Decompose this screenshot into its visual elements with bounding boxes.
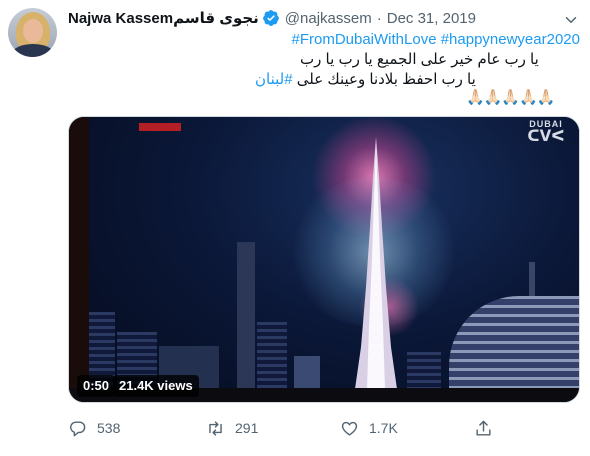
display-name[interactable]: Najwa Kassemنجوى قاسم <box>68 9 259 27</box>
building <box>294 356 320 392</box>
video-duration-badge: 0:50 <box>77 375 116 397</box>
building <box>407 352 441 392</box>
video-player[interactable]: DUBAI ᑕᐯᐸ 0:50 21.4K views <box>68 116 580 403</box>
retweet-button[interactable]: 291 <box>206 416 258 440</box>
news-logo-strip <box>139 123 181 131</box>
reply-count: 538 <box>97 420 121 436</box>
video-views-badge: 21.4K views <box>113 375 199 397</box>
reply-button[interactable]: 538 <box>68 416 120 440</box>
hashtags-line[interactable]: #FromDubaiWithLove #happynewyear2020 <box>68 30 580 50</box>
handle[interactable]: @najkassem <box>285 10 372 27</box>
praying-hands-emoji: 🙏🏻🙏🏻🙏🏻🙏🏻🙏🏻 <box>466 89 555 106</box>
separator-dot: · <box>376 9 382 27</box>
reply-icon <box>70 420 86 436</box>
tweet-text-line-2-prefix: يا رب احفظ بلادنا وعينك على <box>292 71 476 88</box>
hashtag-lebanon[interactable]: #لبنان <box>255 71 293 88</box>
like-button[interactable]: 1.7K <box>340 416 398 440</box>
mall-building <box>449 296 579 392</box>
retweet-icon <box>209 420 222 436</box>
video-frame: DUBAI ᑕᐯᐸ <box>89 117 579 402</box>
avatar-face <box>23 19 43 43</box>
tweet-date[interactable]: Dec 31, 2019 <box>387 10 476 27</box>
retweet-count: 291 <box>235 420 259 436</box>
building <box>237 242 255 392</box>
tweet-text-line-1: يا رب عام خير على الجميع يا رب يا رب <box>300 51 539 68</box>
avatar-shoulder <box>12 44 54 57</box>
verified-badge-icon <box>262 10 279 26</box>
action-bar: 538 291 1.7K <box>68 416 580 440</box>
like-count: 1.7K <box>369 420 398 436</box>
tweet-header: Najwa Kassemنجوى قاسم @najkassem · Dec 3… <box>68 8 476 28</box>
channel-watermark: DUBAI ᑕᐯᐸ <box>525 119 567 144</box>
avatar[interactable] <box>8 8 57 57</box>
tweet-text-line-2: يا رب احفظ بلادنا وعينك على #لبنان <box>68 70 580 90</box>
heart-icon <box>341 421 358 436</box>
building <box>257 322 287 392</box>
video-frame-edge <box>69 117 89 402</box>
channel-logo-mark: ᑕᐯᐸ <box>527 128 565 145</box>
tweet-card[interactable]: Najwa Kassemنجوى قاسم @najkassem · Dec 3… <box>0 0 590 456</box>
share-button[interactable] <box>474 416 493 440</box>
share-icon <box>476 420 491 436</box>
tower-illustration <box>355 137 397 389</box>
chevron-down-icon[interactable] <box>562 11 580 29</box>
